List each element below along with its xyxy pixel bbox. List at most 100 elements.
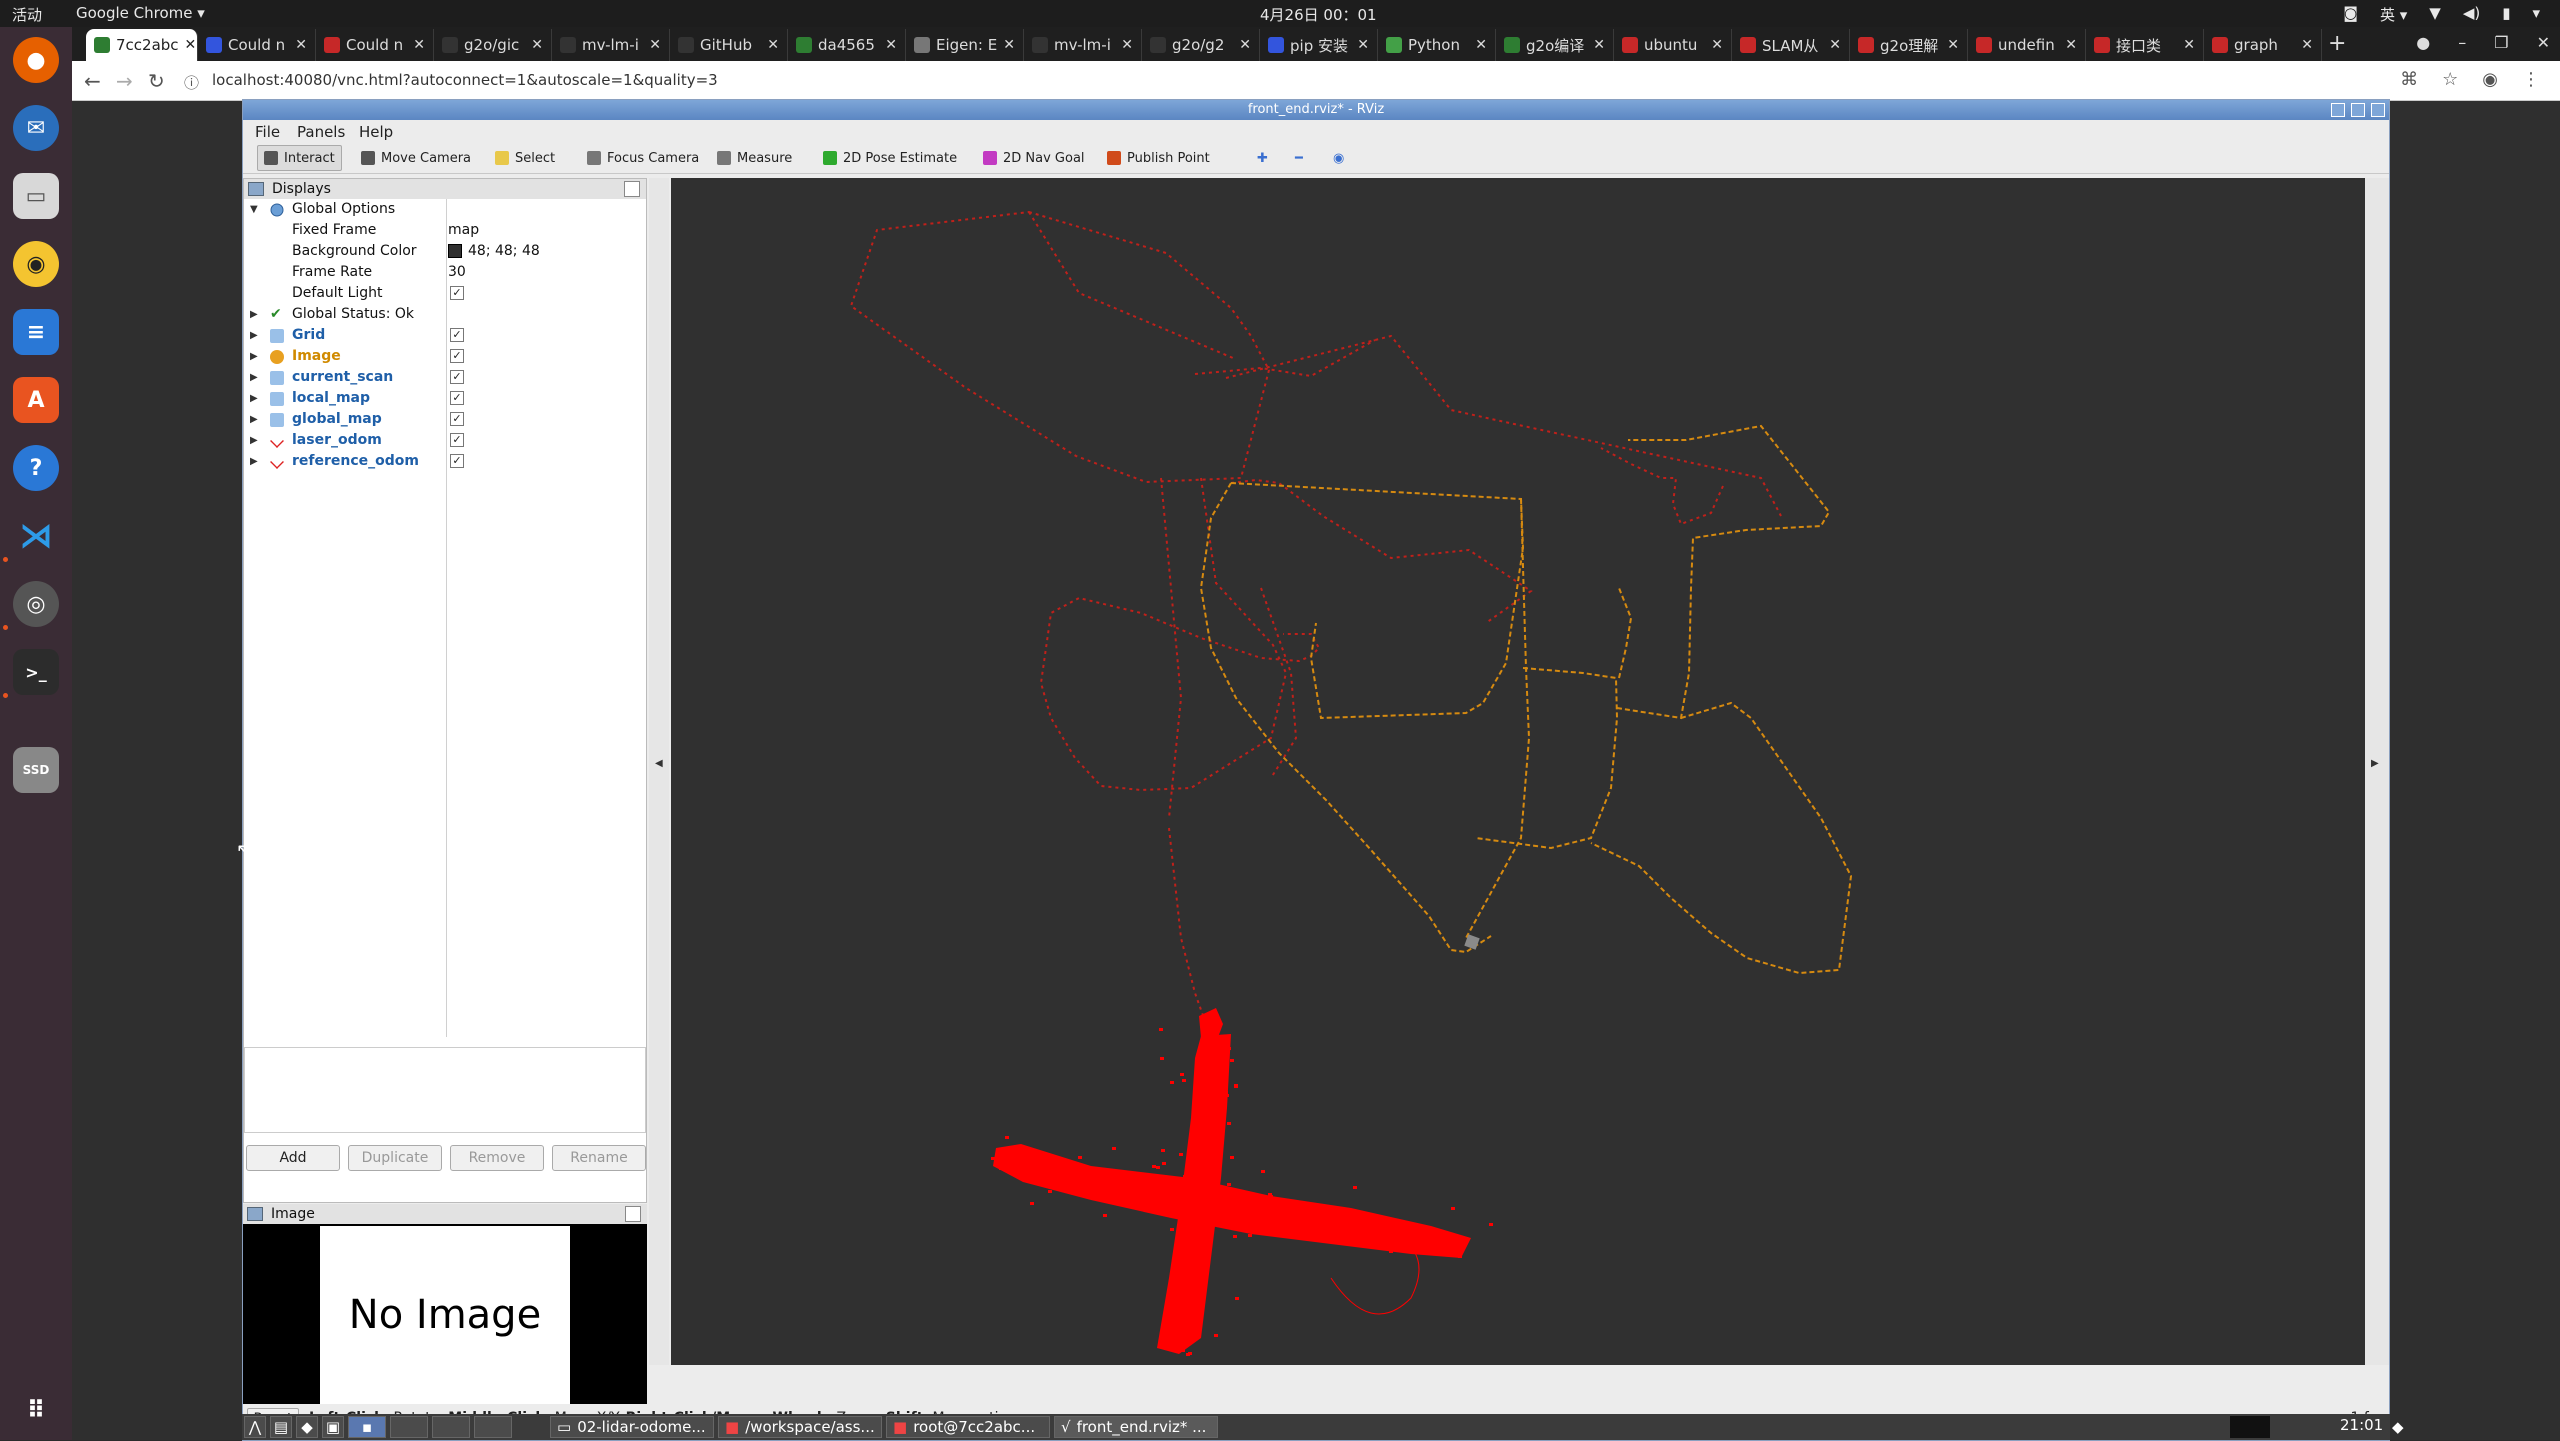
remove-tool-icon[interactable]: ━ [1289, 145, 1309, 171]
help-icon[interactable]: ? [13, 445, 59, 491]
workspace-3[interactable] [432, 1416, 470, 1438]
browser-tab[interactable]: mv-lm-i ✕ [1024, 29, 1142, 61]
color-swatch[interactable] [448, 244, 462, 258]
expand-arrow-icon[interactable]: ▼ [250, 199, 258, 220]
expand-arrow-icon[interactable]: ▶ [250, 325, 258, 346]
tab-close-icon[interactable]: ✕ [879, 37, 897, 53]
terminal-icon[interactable]: >_ [13, 649, 59, 695]
translate-icon[interactable]: ⌘ [2400, 69, 2418, 90]
software-center-icon[interactable]: A [13, 377, 59, 423]
browser-tab[interactable]: 7cc2abc ✕ [86, 29, 198, 61]
browser-tab[interactable]: graph ✕ [2204, 29, 2322, 61]
expand-arrow-icon[interactable]: ▶ [250, 430, 258, 451]
add-button[interactable]: Add [246, 1145, 340, 1171]
drive-icon[interactable]: SSD [13, 747, 59, 793]
panel-float-button[interactable] [625, 1206, 641, 1222]
tab-close-icon[interactable]: ✕ [1705, 37, 1723, 53]
browser-icon[interactable]: ◆ [296, 1416, 318, 1438]
file-manager-icon[interactable]: ▤ [270, 1416, 292, 1438]
app-menu[interactable]: Google Chrome ▾ [76, 4, 205, 22]
menu-icon[interactable]: ⋮ [2522, 69, 2540, 90]
workspace-2[interactable] [390, 1416, 428, 1438]
tab-close-icon[interactable]: ✕ [1233, 37, 1251, 53]
tab-close-icon[interactable]: ✕ [179, 37, 197, 53]
system-tray[interactable]: ◙ 英 ▾ ▼ ◀) ▮ ▾ [2343, 4, 2540, 25]
rename-button[interactable]: Rename [552, 1145, 646, 1171]
collapse-right-icon[interactable]: ▶ [2371, 758, 2379, 769]
expand-arrow-icon[interactable]: ▶ [250, 367, 258, 388]
input-method[interactable]: 英 ▾ [2380, 4, 2407, 25]
trajectory-canvas[interactable] [671, 178, 2365, 1365]
tool-publish-point[interactable]: Publish Point [1101, 145, 1216, 171]
browser-tab[interactable]: Python ✕ [1378, 29, 1496, 61]
rviz-title-bar[interactable]: front_end.rviz* - RViz [243, 100, 2389, 120]
screen-record-icon[interactable]: ◙ [2343, 4, 2358, 25]
browser-tab[interactable]: mv-lm-i ✕ [552, 29, 670, 61]
tab-close-icon[interactable]: ✕ [761, 37, 779, 53]
thunderbird-icon[interactable]: ✉ [13, 105, 59, 151]
tab-close-icon[interactable]: ✕ [289, 37, 307, 53]
desktop-icon[interactable]: ▣ [322, 1416, 344, 1438]
expand-arrow-icon[interactable]: ▶ [250, 388, 258, 409]
menu-help[interactable]: Help [359, 123, 393, 141]
start-menu-icon[interactable]: ⋀ [244, 1416, 266, 1438]
display-enabled-checkbox[interactable]: ✓ [450, 433, 464, 447]
collapse-left-icon[interactable]: ◀ [655, 758, 663, 769]
tree-row-image[interactable]: ▶ Image ✓ [244, 346, 646, 367]
browser-tab[interactable]: pip 安装 ✕ [1260, 29, 1378, 61]
tab-close-icon[interactable]: ✕ [997, 37, 1015, 53]
tab-close-icon[interactable]: ✕ [1351, 37, 1369, 53]
restore-icon[interactable]: ❐ [2494, 33, 2508, 52]
tree-row-fixed-frame[interactable]: Fixed Frame map [244, 220, 646, 241]
tab-close-icon[interactable]: ✕ [407, 37, 425, 53]
tree-row-local-map[interactable]: ▶ local_map ✓ [244, 388, 646, 409]
menu-panels[interactable]: Panels [297, 123, 345, 141]
display-enabled-checkbox[interactable]: ✓ [450, 412, 464, 426]
rhythmbox-icon[interactable]: ◉ [13, 241, 59, 287]
display-enabled-checkbox[interactable]: ✓ [450, 391, 464, 405]
taskbar-item-terminal-2[interactable]: ■ root@7cc2abc... [886, 1416, 1050, 1438]
view-options-icon[interactable]: ◉ [1327, 145, 1350, 171]
tool-2d-pose-estimate[interactable]: 2D Pose Estimate [817, 145, 963, 171]
minimize-icon[interactable]: – [2458, 33, 2466, 52]
tree-row-reference-odom[interactable]: ▶ reference_odom ✓ [244, 451, 646, 472]
firefox-icon[interactable]: ● [13, 37, 59, 83]
tab-close-icon[interactable]: ✕ [1469, 37, 1487, 53]
tree-row-grid[interactable]: ▶ Grid ✓ [244, 325, 646, 346]
display-enabled-checkbox[interactable]: ✓ [450, 349, 464, 363]
background-color-value[interactable]: 48; 48; 48 [448, 241, 540, 262]
browser-tab[interactable]: g2o/g2 ✕ [1142, 29, 1260, 61]
site-info-icon[interactable]: ⓘ [184, 72, 199, 93]
new-tab-icon[interactable]: + [2328, 31, 2346, 56]
tree-row-global-options[interactable]: ▼ Global Options [244, 199, 646, 220]
close-icon[interactable] [2371, 103, 2385, 117]
tab-close-icon[interactable]: ✕ [2295, 37, 2313, 53]
chrome-icon[interactable]: ◎ [13, 581, 59, 627]
expand-arrow-icon[interactable]: ▶ [250, 409, 258, 430]
browser-tab[interactable]: Could n ✕ [198, 29, 316, 61]
activities-button[interactable]: 活动 [12, 4, 42, 25]
browser-tab[interactable]: 接口类 ✕ [2086, 29, 2204, 61]
tool-focus-camera[interactable]: Focus Camera [581, 145, 705, 171]
browser-tab[interactable]: Eigen: E ✕ [906, 29, 1024, 61]
tool-interact[interactable]: Interact [257, 145, 342, 171]
url-input[interactable]: localhost:40080/vnc.html?autoconnect=1&a… [212, 71, 718, 89]
taskbar-item-file-manager[interactable]: ▭ 02-lidar-odome... [550, 1416, 714, 1438]
browser-tab[interactable]: g2o理解 ✕ [1850, 29, 1968, 61]
battery-icon[interactable]: ▮ [2502, 4, 2510, 25]
browser-tab[interactable]: g2o/gic ✕ [434, 29, 552, 61]
tree-row-frame-rate[interactable]: Frame Rate 30 [244, 262, 646, 283]
tool-measure[interactable]: Measure [711, 145, 798, 171]
tool-select[interactable]: Select [489, 145, 561, 171]
browser-tab[interactable]: Could n ✕ [316, 29, 434, 61]
vscode-icon[interactable]: ⋊ [13, 513, 59, 559]
right-splitter[interactable]: ▶ [2365, 178, 2389, 1365]
workspace-1[interactable]: ▪ [348, 1416, 386, 1438]
tree-row-default-light[interactable]: Default Light ✓ [244, 283, 646, 304]
tab-close-icon[interactable]: ✕ [1587, 37, 1605, 53]
browser-tab[interactable]: ubuntu ✕ [1614, 29, 1732, 61]
clock[interactable]: 4月26日 00：01 [1260, 4, 1377, 25]
tool-2d-nav-goal[interactable]: 2D Nav Goal [977, 145, 1091, 171]
taskbar-item-terminal-1[interactable]: ■ /workspace/ass... [718, 1416, 882, 1438]
browser-tab[interactable]: g2o编译 ✕ [1496, 29, 1614, 61]
